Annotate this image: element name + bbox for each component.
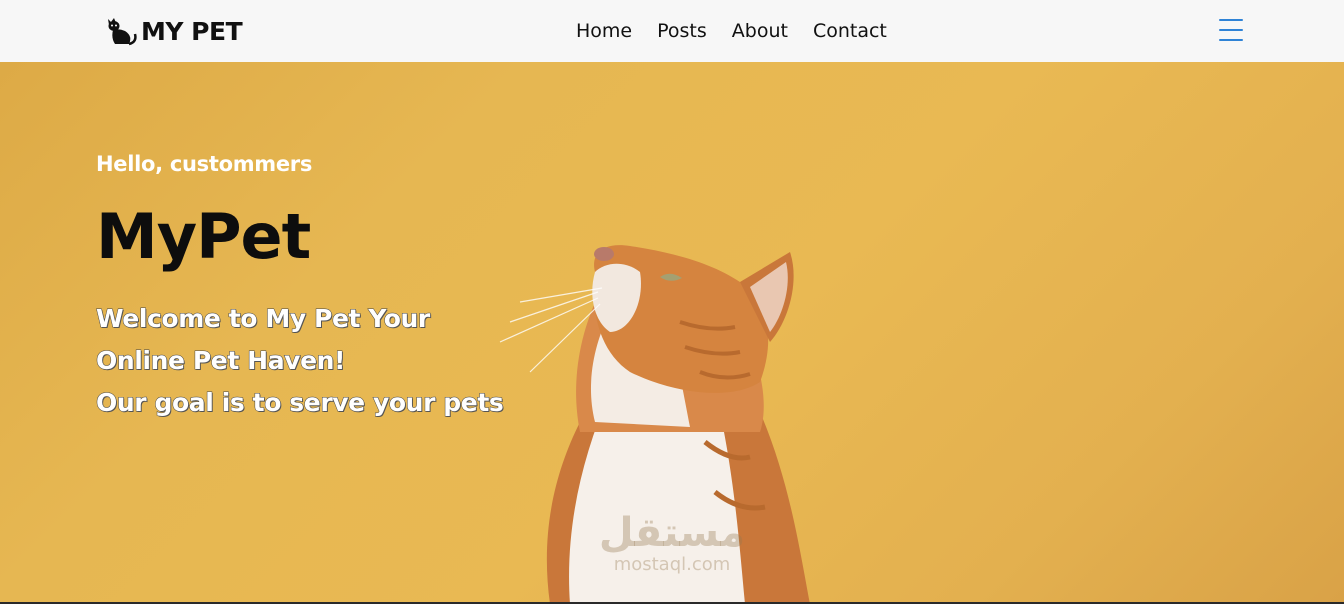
- brand-logo[interactable]: MY PET: [107, 14, 243, 48]
- hero-greeting: Hello, custommers: [96, 152, 313, 176]
- watermark-sub: mostaql.com: [613, 554, 731, 575]
- hamburger-menu-icon[interactable]: [1219, 19, 1243, 41]
- tagline-line: Online Pet Haven!: [96, 346, 346, 376]
- nav-link-about[interactable]: About: [732, 20, 788, 42]
- hero-tagline: Welcome to My Pet Your Online Pet Haven!…: [96, 298, 556, 424]
- menu-bar-top: [1219, 19, 1243, 21]
- hero-section: Hello, custommers MyPet Welcome to My Pe…: [0, 62, 1344, 604]
- menu-bar-bottom: [1219, 39, 1243, 41]
- hero-title: MyPet: [96, 200, 311, 273]
- tagline-line: Welcome to My Pet Your: [96, 304, 431, 334]
- nav-link-home[interactable]: Home: [576, 20, 632, 42]
- nav-link-contact[interactable]: Contact: [813, 20, 887, 42]
- menu-bar-middle: [1219, 29, 1243, 31]
- navbar: MY PET Home Posts About Contact: [0, 0, 1344, 62]
- nav-link-posts[interactable]: Posts: [657, 20, 707, 42]
- tagline-line: Our goal is to serve your pets: [96, 388, 505, 418]
- brand-name: MY PET: [141, 16, 243, 46]
- watermark: مستقل mostaql.com: [592, 510, 752, 574]
- watermark-main: مستقل: [598, 510, 746, 556]
- nav-links: Home Posts About Contact: [576, 0, 887, 62]
- cat-icon: [108, 18, 137, 46]
